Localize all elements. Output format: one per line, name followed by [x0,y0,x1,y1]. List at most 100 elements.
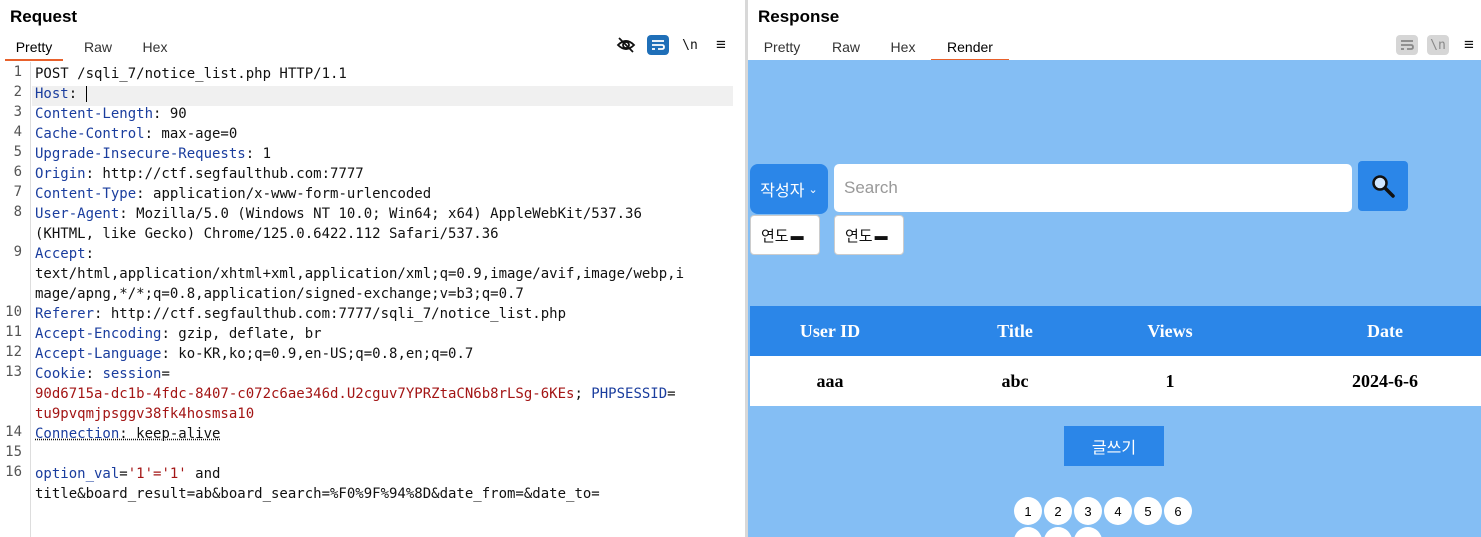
code-text: : [68,86,86,102]
code-text: = [161,366,170,382]
page-link[interactable]: 2 [1044,497,1072,525]
code-line[interactable]: Accept-Encoding: gzip, deflate, br [35,324,322,344]
response-tab-render[interactable]: Render [931,37,1009,61]
line-number: 16 [5,464,22,480]
header-name: Content-Type [35,186,137,202]
code-line[interactable]: Content-Type: application/x-www-form-url… [35,184,431,204]
wrap-lines-icon[interactable] [1396,35,1418,55]
line-number: 7 [13,184,22,200]
hide-eye-icon[interactable] [615,35,637,55]
text-caret [85,86,87,102]
calendar-icon: ▬ [790,227,804,243]
header-name: session [102,366,162,382]
code-text: = [667,386,676,402]
date-from-input[interactable]: 연도 ▬ [750,215,820,255]
line-number: 9 [13,244,22,260]
code-line[interactable]: Upgrade-Insecure-Requests: 1 [35,144,271,164]
header-name: Connection [35,426,120,442]
page-link-overflow[interactable] [1074,527,1102,537]
request-editor[interactable]: 1 2 3 4 5 6 7 8 9 10 11 12 13 14 15 16 POST /sqli_7/not… [0,62,745,537]
header-name: Cache-Control [35,126,145,142]
header-name: Accept-Language [35,346,162,362]
code-text: title&board_result=ab&board_search=%F0%9… [35,486,600,502]
code-line[interactable]: Cookie: session= [35,364,170,384]
line-number: 8 [13,204,22,220]
code-line[interactable]: 90d6715a-dc1b-4fdc-8407-c072c6ae346d.U2c… [35,384,676,404]
request-pane: Request Pretty Raw Hex \n ≡ 1 2 3 4 5 6 7 8 9 10 1… [0,0,745,537]
code-text: ; [574,386,592,402]
response-tab-hex[interactable]: Hex [880,37,926,59]
code-line[interactable]: Connection: keep-alive [35,424,220,444]
request-title: Request [10,7,78,26]
response-tab-pretty[interactable]: Pretty [753,37,811,59]
request-tab-pretty[interactable]: Pretty [5,37,63,61]
line-number: 3 [13,104,22,120]
header-views: Views [1147,321,1193,341]
code-text: : max-age=0 [144,126,238,142]
line-number: 5 [13,144,22,160]
response-pane: Response Pretty Raw Hex Render \n ≡ 작성자 … [748,0,1481,537]
code-line[interactable]: title&board_result=ab&board_search=%F0%9… [35,484,600,504]
header-name: Content-Length [35,106,154,122]
page-link[interactable]: 5 [1134,497,1162,525]
code-line[interactable]: Accept-Language: ko-KR,ko;q=0.9,en-US;q=… [35,344,473,364]
header-name: Cookie [35,366,86,382]
page-link-overflow[interactable] [1014,527,1042,537]
code-line[interactable]: Host: [35,84,87,104]
code-line[interactable]: POST /sqli_7/notice_list.php HTTP/1.1 [35,64,347,84]
table-header: User ID Title Views Date [750,306,1481,356]
line-number: 15 [5,444,22,460]
code-line[interactable]: Referer: http://ctf.segfaulthub.com:7777… [35,304,566,324]
menu-icon[interactable]: ≡ [710,35,732,55]
code-line[interactable]: tu9pvqmjpsggv38fk4hosmsa10 [35,404,254,424]
code-text: POST /sqli_7/notice_list.php HTTP/1.1 [35,66,347,82]
response-tab-raw[interactable]: Raw [822,37,870,59]
header-name: Upgrade-Insecure-Requests [35,146,246,162]
newline-toggle[interactable]: \n [1427,35,1449,55]
header-name: Host [35,86,69,102]
header-name: Referer [35,306,95,322]
write-post-button[interactable]: 글쓰기 [1064,426,1164,466]
code-text: '1'='1' [127,466,187,482]
current-line-highlight [32,86,733,106]
code-line[interactable]: text/html,application/xhtml+xml,applicat… [35,264,684,284]
code-line[interactable]: option_val='1'='1' and [35,464,220,484]
page-link[interactable]: 3 [1074,497,1102,525]
search-input[interactable]: Search [834,164,1352,212]
date-from-label: 연도 [761,227,789,245]
cell-date: 2024-6-6 [1352,371,1418,391]
line-number: 6 [13,164,22,180]
search-button[interactable] [1358,161,1408,211]
code-text: : [85,246,95,262]
table-row[interactable]: aaa abc 1 2024-6-6 [750,356,1481,406]
page-link[interactable]: 1 [1014,497,1042,525]
header-title: Title [997,321,1033,341]
code-line[interactable]: Accept: [35,244,94,264]
code-text: tu9pvqmjpsggv38fk4hosmsa10 [35,406,255,422]
code-text: mage/apng,*/*;q=0.8,application/signed-e… [35,286,524,302]
newline-toggle[interactable]: \n [679,35,701,55]
page-link-overflow[interactable] [1044,527,1072,537]
menu-icon[interactable]: ≡ [1458,35,1480,55]
code-line[interactable]: User-Agent: Mozilla/5.0 (Windows NT 10.0… [35,204,642,224]
response-title: Response [758,7,840,26]
rendered-page: 작성자 ⌄ Search 연도 ▬ 연도 ▬ User ID Title Vie… [748,60,1481,537]
cell-title[interactable]: abc [940,356,1090,406]
code-text: and [186,466,221,482]
request-tab-hex[interactable]: Hex [132,37,178,59]
wrap-lines-icon[interactable] [647,35,669,55]
page-link[interactable]: 4 [1104,497,1132,525]
code-line[interactable]: Origin: http://ctf.segfaulthub.com:7777 [35,164,364,184]
code-text: : [85,366,103,382]
code-text: : application/x-www-form-urlencoded [136,186,432,202]
code-line[interactable]: Content-Length: 90 [35,104,187,124]
date-to-input[interactable]: 연도 ▬ [834,215,904,255]
code-line[interactable]: Cache-Control: max-age=0 [35,124,237,144]
request-tab-raw[interactable]: Raw [74,37,122,59]
code-line[interactable]: mage/apng,*/*;q=0.8,application/signed-e… [35,284,524,304]
code-line[interactable]: (KHTML, like Gecko) Chrome/125.0.6422.11… [35,224,499,244]
search-type-select[interactable]: 작성자 ⌄ [750,164,828,214]
code-text: (KHTML, like Gecko) Chrome/125.0.6422.11… [35,226,499,242]
page-link[interactable]: 6 [1164,497,1192,525]
header-name: option_val [35,466,120,482]
